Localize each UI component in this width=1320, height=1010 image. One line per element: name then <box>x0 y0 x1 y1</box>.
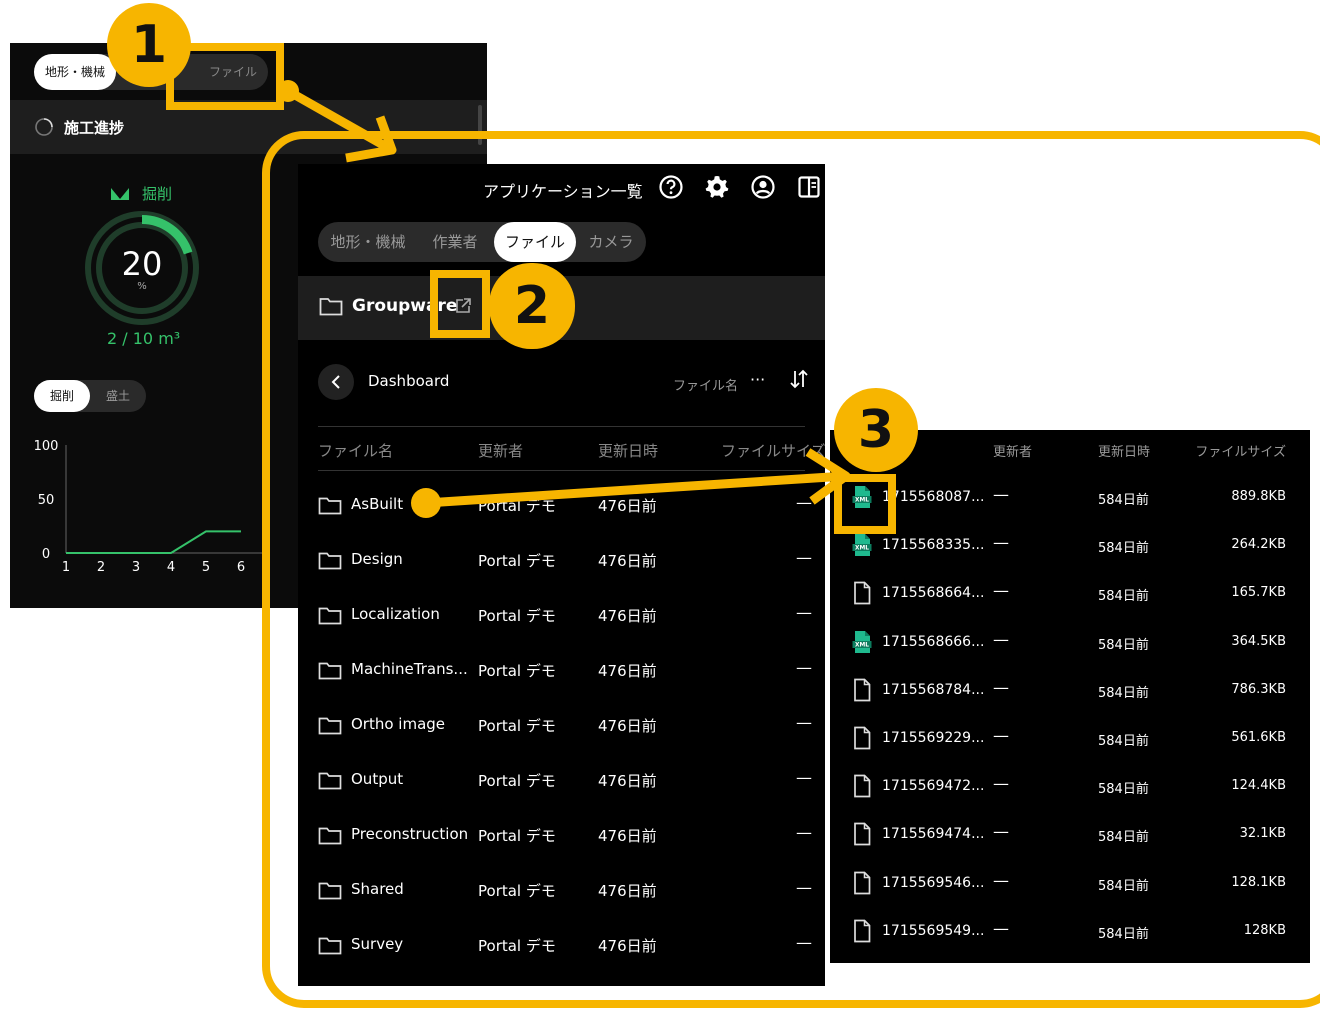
step-1-badge: 1 <box>107 3 191 87</box>
step-3-badge: 3 <box>834 388 918 472</box>
step-2-badge: 2 <box>489 263 575 349</box>
annotation-arrows <box>277 80 851 518</box>
highlight-external-link <box>430 270 490 338</box>
highlight-xml-file <box>834 474 896 534</box>
